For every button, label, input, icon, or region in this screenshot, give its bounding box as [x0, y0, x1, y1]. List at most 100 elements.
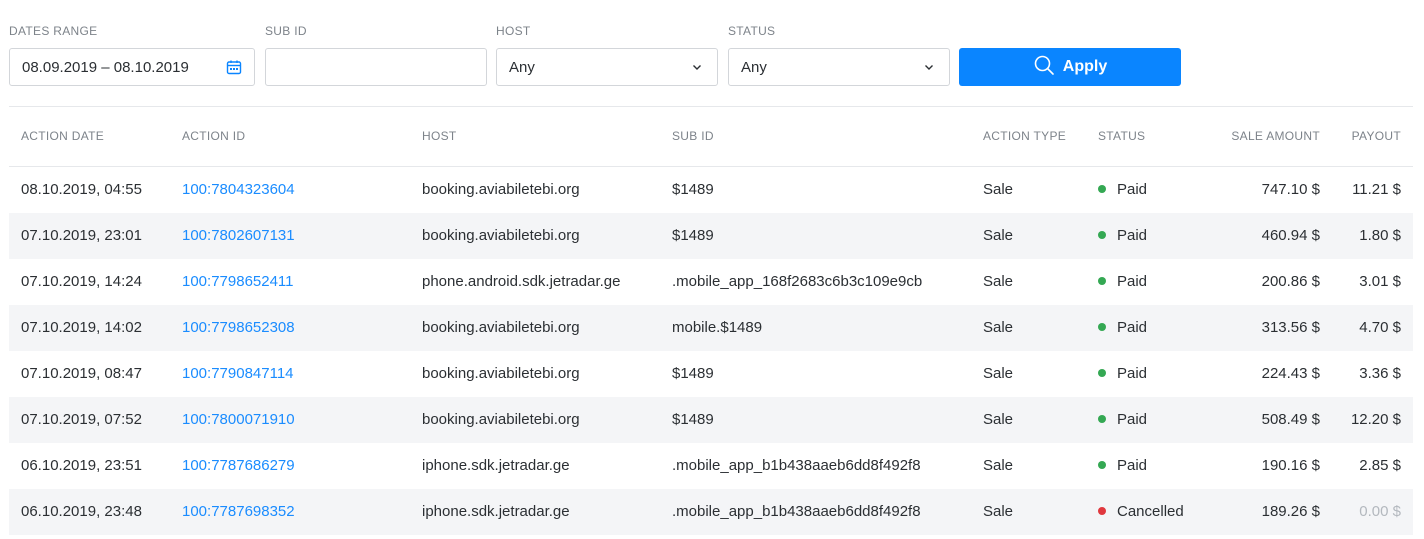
chevron-down-icon — [689, 59, 705, 75]
sale-amount-cell: 224.43 $ — [1261, 365, 1320, 382]
sale-amount-cell: 200.86 $ — [1261, 273, 1320, 290]
status-cell: Paid — [1098, 457, 1147, 474]
status-dot-icon — [1098, 461, 1106, 469]
payout-cell: 3.36 $ — [1359, 365, 1401, 382]
action-date-cell: 06.10.2019, 23:48 — [21, 503, 142, 520]
table-row: 07.10.2019, 14:24 100:7798652411 phone.and… — [9, 259, 1413, 305]
column-header-sub-id[interactable]: SUB ID — [672, 129, 714, 143]
action-type-cell: Sale — [983, 365, 1014, 382]
host-cell: iphone.sdk.jetradar.ge — [422, 503, 570, 520]
host-cell: booking.aviabiletebi.org — [422, 227, 580, 244]
status-cell: Paid — [1098, 273, 1147, 290]
chevron-down-icon — [921, 59, 937, 75]
status-dot-icon — [1098, 415, 1106, 423]
action-date-cell: 07.10.2019, 07:52 — [21, 411, 142, 428]
action-id-link[interactable]: 100:7790847114 — [182, 365, 294, 382]
action-type-cell: Sale — [983, 227, 1014, 244]
sale-amount-cell: 508.49 $ — [1261, 411, 1320, 428]
sale-amount-cell: 189.26 $ — [1261, 503, 1320, 520]
host-select[interactable]: Any — [496, 48, 718, 86]
sale-amount-cell: 313.56 $ — [1261, 319, 1320, 336]
host-cell: booking.aviabiletebi.org — [422, 181, 580, 198]
status-text: Paid — [1117, 181, 1148, 198]
sale-amount-cell: 747.10 $ — [1261, 181, 1320, 198]
column-header-status[interactable]: STATUS — [1098, 129, 1145, 143]
payout-cell: 3.01 $ — [1359, 273, 1401, 290]
action-type-cell: Sale — [983, 411, 1014, 428]
table-row: 08.10.2019, 04:55 100:7804323604 booking.a… — [9, 167, 1413, 213]
status-text: Paid — [1117, 319, 1148, 336]
action-date-cell: 07.10.2019, 08:47 — [21, 365, 142, 382]
status-cell: Paid — [1098, 181, 1147, 198]
action-id-link[interactable]: 100:7802607131 — [182, 227, 295, 244]
sub-id-label: SUB ID — [265, 24, 307, 38]
status-cell: Paid — [1098, 411, 1147, 428]
action-date-cell: 07.10.2019, 14:02 — [21, 319, 142, 336]
status-dot-icon — [1098, 507, 1106, 515]
status-dot-icon — [1098, 369, 1106, 377]
status-label: STATUS — [728, 24, 776, 38]
sale-amount-cell: 190.16 $ — [1261, 457, 1320, 474]
action-id-link[interactable]: 100:7800071910 — [182, 411, 295, 428]
table-row: 07.10.2019, 14:02 100:7798652308 booking.a… — [9, 305, 1413, 351]
host-cell: booking.aviabiletebi.org — [422, 319, 580, 336]
column-header-action-date[interactable]: ACTION DATE — [21, 129, 104, 143]
payout-cell: 2.85 $ — [1359, 457, 1401, 474]
column-header-action-id[interactable]: ACTION ID — [182, 129, 245, 143]
host-cell: phone.android.sdk.jetradar.ge — [422, 273, 621, 290]
status-text: Cancelled — [1117, 503, 1184, 520]
column-header-sale-amount[interactable]: SALE AMOUNT — [1231, 129, 1320, 143]
apply-button-label: Apply — [1062, 58, 1108, 75]
actions-table: ACTION DATE ACTION ID HOST SUB ID ACTION… — [9, 107, 1413, 535]
dates-range-label: DATES RANGE — [9, 24, 98, 38]
column-header-payout[interactable]: PAYOUT — [1352, 129, 1401, 143]
table-row: 07.10.2019, 23:01 100:7802607131 booking.a… — [9, 213, 1413, 259]
action-date-cell: 07.10.2019, 14:24 — [21, 273, 142, 290]
host-label: HOST — [496, 24, 531, 38]
table-header: ACTION DATE ACTION ID HOST SUB ID ACTION… — [9, 107, 1413, 167]
payout-cell: 12.20 $ — [1350, 411, 1401, 428]
column-header-action-type[interactable]: ACTION TYPE — [983, 129, 1066, 143]
sub-id-input[interactable] — [265, 48, 487, 86]
status-text: Paid — [1117, 365, 1148, 382]
status-text: Paid — [1117, 227, 1148, 244]
action-id-link[interactable]: 100:7787698352 — [182, 503, 295, 520]
sub-id-cell: $1489 — [672, 365, 714, 382]
table-row: 07.10.2019, 08:47 100:7790847114 booking.a… — [9, 351, 1413, 397]
action-id-link[interactable]: 100:7798652411 — [182, 273, 294, 290]
status-cell: Cancelled — [1098, 503, 1184, 520]
search-icon — [1033, 54, 1055, 81]
status-select-value: Any — [741, 58, 767, 76]
payout-cell: 0.00 $ — [1359, 503, 1401, 520]
action-id-link[interactable]: 100:7787686279 — [182, 457, 295, 474]
action-id-link[interactable]: 100:7804323604 — [182, 181, 295, 198]
action-type-cell: Sale — [983, 457, 1014, 474]
dates-range-value: 08.09.2019 – 08.10.2019 — [22, 58, 189, 76]
action-date-cell: 08.10.2019, 04:55 — [21, 181, 142, 198]
host-cell: booking.aviabiletebi.org — [422, 365, 580, 382]
status-cell: Paid — [1098, 365, 1147, 382]
dates-range-input[interactable]: 08.09.2019 – 08.10.2019 — [9, 48, 255, 86]
status-text: Paid — [1117, 273, 1148, 290]
status-select[interactable]: Any — [728, 48, 950, 86]
payout-cell: 1.80 $ — [1359, 227, 1401, 244]
status-dot-icon — [1098, 323, 1106, 331]
table-row: 06.10.2019, 23:51 100:7787686279 iphone.sd… — [9, 443, 1413, 489]
sub-id-cell: $1489 — [672, 181, 714, 198]
table-body: 08.10.2019, 04:55 100:7804323604 booking.a… — [9, 167, 1413, 535]
action-date-cell: 07.10.2019, 23:01 — [21, 227, 142, 244]
calendar-icon[interactable] — [226, 59, 242, 75]
status-text: Paid — [1117, 411, 1148, 428]
column-header-host[interactable]: HOST — [422, 129, 457, 143]
status-dot-icon — [1098, 185, 1106, 193]
action-type-cell: Sale — [983, 181, 1014, 198]
action-id-link[interactable]: 100:7798652308 — [182, 319, 295, 336]
sub-id-cell: .mobile_app_168f2683c6b3c109e9cb — [672, 273, 923, 290]
table-row: 07.10.2019, 07:52 100:7800071910 booking.a… — [9, 397, 1413, 443]
apply-button[interactable]: Apply — [959, 48, 1181, 86]
action-type-cell: Sale — [983, 503, 1014, 520]
status-dot-icon — [1098, 231, 1106, 239]
host-select-value: Any — [509, 58, 535, 76]
sub-id-cell: .mobile_app_b1b438aaeb6dd8f492f8 — [672, 503, 921, 520]
action-type-cell: Sale — [983, 273, 1014, 290]
